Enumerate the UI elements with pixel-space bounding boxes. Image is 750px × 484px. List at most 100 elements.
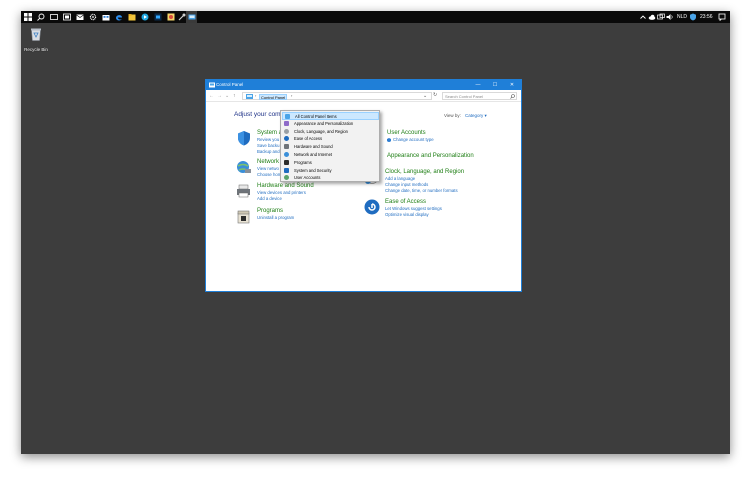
dropdown-item-label: Programs xyxy=(294,159,312,165)
ease-of-access-icon xyxy=(364,199,380,215)
dropdown-item-label: All Control Panel Items xyxy=(295,114,337,119)
file-explorer-icon[interactable] xyxy=(128,13,136,21)
control-panel-icon xyxy=(285,114,290,119)
category-link[interactable]: Add a language xyxy=(385,176,415,181)
dropdown-item-label: User Accounts xyxy=(294,175,321,181)
desktop-screen: NLD 23:56 Recycle Bin Control Panel — ☐ … xyxy=(21,11,730,454)
dropdown-item-label: System and Security xyxy=(294,167,332,173)
dropdown-item-label: Network and Internet xyxy=(294,152,333,157)
category-heading[interactable]: Hardware and Sound xyxy=(257,183,314,189)
category-link[interactable]: Optimize visual display xyxy=(385,212,429,217)
dropdown-item-all-control-panel-items[interactable]: All Control Panel Items xyxy=(282,112,379,120)
maximize-button[interactable]: ☐ xyxy=(489,81,501,89)
dropdown-item-programs[interactable]: Programs xyxy=(282,159,379,167)
category-link[interactable]: Backup and xyxy=(257,149,280,154)
windows-start-icon[interactable] xyxy=(24,13,32,21)
task-view-icon[interactable] xyxy=(50,13,58,21)
globe-network-icon xyxy=(237,161,251,173)
dropdown-item-hardware-sound[interactable]: Hardware and Sound xyxy=(282,143,379,151)
search-input[interactable]: Search Control Panel xyxy=(442,92,517,100)
dropdown-item-label: Clock, Language, and Region xyxy=(294,128,348,134)
network-icon[interactable] xyxy=(657,13,665,21)
globe-network-icon xyxy=(284,152,289,157)
view-by-dropdown[interactable]: Category ▾ xyxy=(465,113,487,119)
category-link[interactable]: Change date, time, or number formats xyxy=(385,188,458,193)
dropdown-item-clock-language-region[interactable]: Clock, Language, and Region xyxy=(282,128,379,136)
dropdown-item-label: Hardware and Sound xyxy=(294,144,333,150)
folder-icon[interactable] xyxy=(63,13,71,21)
category-link[interactable]: View devices and printers xyxy=(257,190,306,195)
settings-gear-icon[interactable] xyxy=(89,13,97,21)
chevron-up-icon[interactable] xyxy=(639,13,647,21)
photoshop-icon[interactable] xyxy=(154,13,162,21)
clock-time[interactable]: 23:56 xyxy=(700,13,713,21)
input-language-indicator[interactable]: NLD xyxy=(677,13,687,21)
clock-icon xyxy=(284,128,289,134)
control-panel-icon xyxy=(209,82,215,88)
category-link[interactable]: View netwo xyxy=(257,166,279,171)
breadcrumb-separator-icon[interactable]: › xyxy=(255,93,256,99)
recent-locations-chevron-icon[interactable]: ⌄ xyxy=(225,93,229,99)
search-icon[interactable] xyxy=(37,13,45,21)
category-link[interactable]: Uninstall a program xyxy=(257,215,294,220)
desktop-icon-recycle-bin[interactable]: Recycle Bin xyxy=(23,27,49,52)
category-link[interactable]: Let Windows suggest settings xyxy=(385,206,442,211)
close-button[interactable]: ✕ xyxy=(506,81,518,89)
breadcrumb-chevron-icon[interactable]: › xyxy=(291,93,292,99)
category-link[interactable]: Change input methods xyxy=(385,182,428,187)
dropdown-item-appearance[interactable]: Appearance and Personalization xyxy=(282,120,379,128)
category-link[interactable]: Change account type xyxy=(393,137,434,142)
store-icon[interactable] xyxy=(102,13,110,21)
media-player-icon[interactable] xyxy=(141,13,149,21)
search-icon[interactable] xyxy=(510,94,515,99)
address-dropdown-chevron-icon[interactable]: ⌄ xyxy=(423,93,427,99)
cloud-icon[interactable] xyxy=(648,13,656,21)
dropdown-item-user-accounts[interactable]: User Accounts xyxy=(282,174,379,182)
appearance-icon xyxy=(284,120,289,126)
printer-icon xyxy=(284,144,289,150)
recycle-bin-label: Recycle Bin xyxy=(24,47,48,52)
back-arrow-icon[interactable]: ← xyxy=(209,93,214,99)
printer-icon xyxy=(237,184,250,198)
refresh-icon[interactable]: ↻ xyxy=(433,92,437,98)
category-heading[interactable]: User Accounts xyxy=(387,130,426,136)
category-heading[interactable]: Programs xyxy=(257,208,283,214)
category-heading[interactable]: Clock, Language, and Region xyxy=(385,169,464,175)
control-panel-icon[interactable] xyxy=(188,13,196,21)
up-arrow-icon[interactable]: ↑ xyxy=(233,93,236,99)
dropdown-item-label: Appearance and Personalization xyxy=(294,120,354,126)
window-title-bar[interactable]: Control Panel — ☐ ✕ xyxy=(206,80,521,90)
defender-shield-icon[interactable] xyxy=(689,13,697,21)
page-title: Adjust your comp xyxy=(234,111,285,118)
dropdown-item-network-internet[interactable]: Network and Internet xyxy=(282,151,379,159)
action-center-icon[interactable] xyxy=(718,13,726,21)
category-heading[interactable]: Ease of Access xyxy=(385,199,426,205)
address-bar: ← → ⌄ ↑ › Control Panel › ⌄ ↻ Search Con… xyxy=(206,90,521,102)
dropdown-item-label: Ease of Access xyxy=(294,136,322,142)
category-heading[interactable]: System a xyxy=(257,130,282,136)
breadcrumb-dropdown-menu: All Control Panel Items Appearance and P… xyxy=(280,110,380,182)
category-heading[interactable]: Appearance and Personalization xyxy=(387,153,474,159)
mail-icon[interactable] xyxy=(76,13,84,21)
shield-icon xyxy=(238,131,250,146)
volume-icon[interactable] xyxy=(666,13,674,21)
dropdown-item-ease-of-access[interactable]: Ease of Access xyxy=(282,135,379,143)
control-panel-icon xyxy=(246,94,253,99)
programs-box-icon xyxy=(284,159,289,165)
shield-icon xyxy=(284,167,289,173)
recycle-bin-icon xyxy=(31,28,41,41)
category-link[interactable]: Save backu xyxy=(257,143,279,148)
address-field[interactable]: › Control Panel › ⌄ xyxy=(242,92,432,100)
category-heading[interactable]: Network xyxy=(257,159,279,165)
edge-browser-icon[interactable] xyxy=(115,13,123,21)
category-link[interactable]: Add a device xyxy=(257,196,282,201)
forward-arrow-icon[interactable]: → xyxy=(217,93,222,99)
paint-icon[interactable] xyxy=(167,13,175,21)
dropdown-item-system-security[interactable]: System and Security xyxy=(282,167,379,175)
category-link[interactable]: Review you xyxy=(257,137,279,142)
user-icon xyxy=(284,175,289,181)
breadcrumb-control-panel[interactable]: Control Panel xyxy=(259,94,288,100)
minimize-button[interactable]: — xyxy=(472,81,484,89)
wrench-icon[interactable] xyxy=(178,13,186,21)
view-by-label: View by: xyxy=(444,113,461,118)
